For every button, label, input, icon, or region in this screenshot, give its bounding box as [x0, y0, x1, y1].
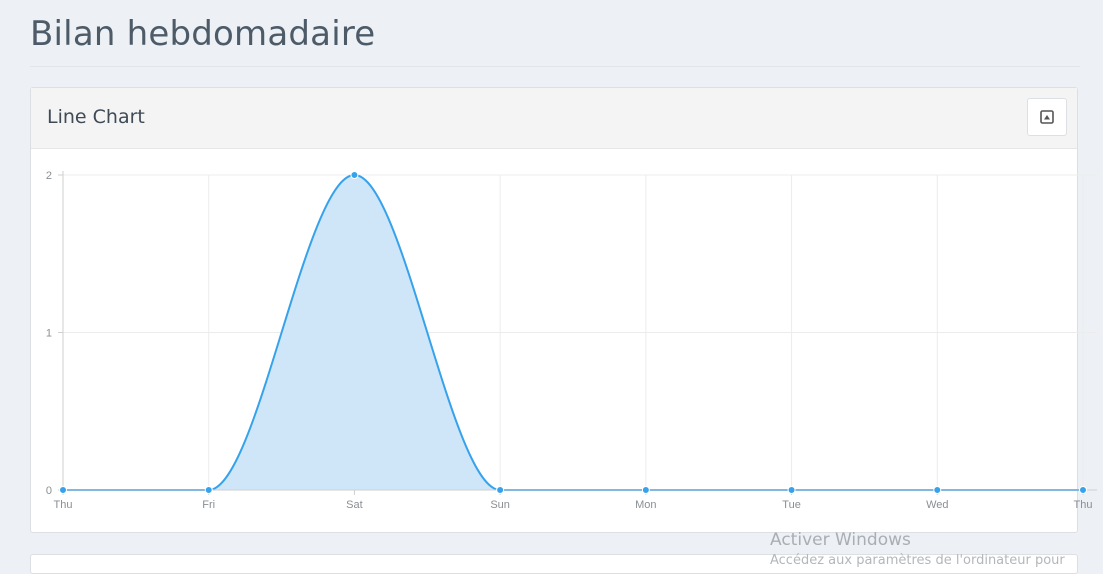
x-tick-label: Sat: [346, 499, 363, 511]
data-point: [59, 486, 67, 494]
x-tick-label: Tue: [782, 499, 801, 511]
y-tick-label: 1: [46, 328, 52, 340]
data-point: [1079, 486, 1087, 494]
y-tick-label: 0: [46, 485, 52, 497]
data-point: [350, 171, 359, 179]
data-point: [787, 486, 796, 494]
x-tick-label: Sun: [490, 499, 510, 511]
windows-activation-title: Activer Windows: [770, 530, 911, 550]
x-tick-label: Fri: [202, 499, 215, 511]
windows-activation-subtitle: Accédez aux paramètres de l'ordinateur p…: [770, 553, 1065, 568]
x-tick-label: Wed: [926, 499, 948, 511]
x-tick-label: Thu: [1074, 499, 1093, 511]
data-point: [204, 486, 213, 494]
data-point: [496, 486, 505, 494]
chart-labels: 0 1 2 Thu Fri Sat Sun Mon Tue Wed Thu: [46, 170, 1093, 511]
data-point: [933, 486, 942, 494]
x-tick-label: Thu: [54, 499, 73, 511]
data-point: [641, 486, 650, 494]
chart-grid: [63, 174, 1097, 491]
line-chart: 0 1 2 Thu Fri Sat Sun Mon Tue Wed Thu: [46, 170, 1097, 511]
x-tick-label: Mon: [635, 499, 656, 511]
y-tick-label: 2: [46, 170, 52, 182]
